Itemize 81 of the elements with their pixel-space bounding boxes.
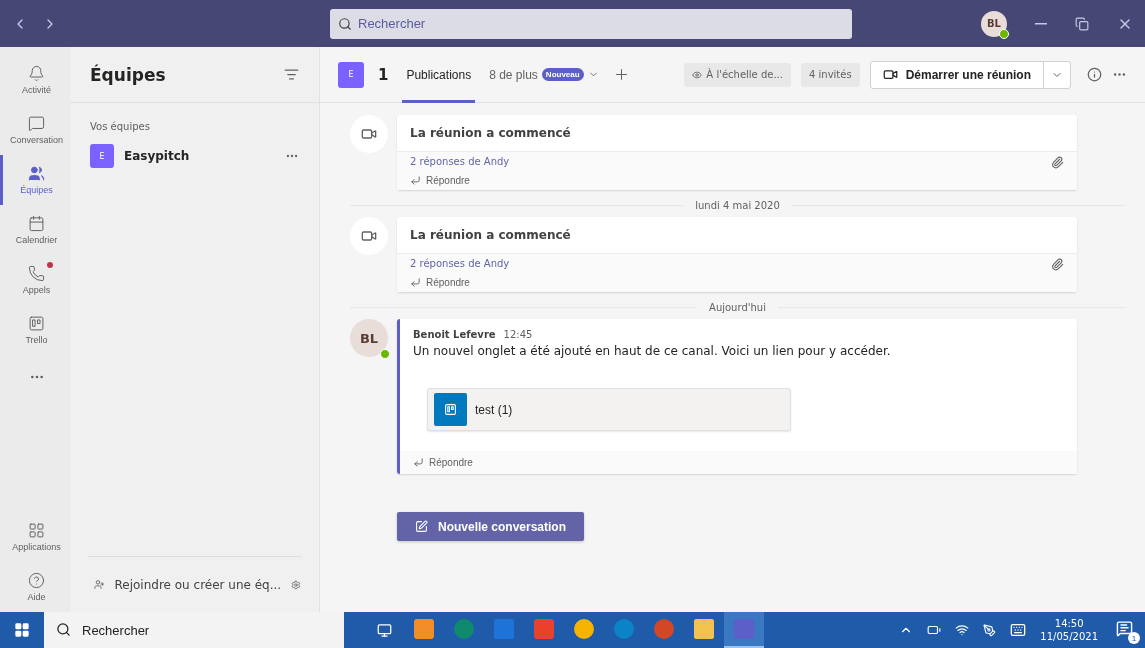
guests-chip[interactable]: 4 invités bbox=[801, 62, 860, 87]
reply-button[interactable]: Répondre bbox=[410, 277, 470, 288]
tab-link-card[interactable]: test (1) bbox=[427, 388, 791, 431]
join-team-link[interactable]: Rejoindre ou créer une éq... bbox=[114, 577, 282, 592]
eye-icon bbox=[692, 69, 703, 80]
phone-icon bbox=[28, 265, 45, 282]
search-field[interactable]: Rechercher bbox=[330, 8, 852, 39]
info-icon[interactable] bbox=[1087, 67, 1102, 82]
restore-button[interactable] bbox=[1075, 16, 1089, 31]
minimize-icon bbox=[1035, 22, 1047, 25]
video-camera-icon bbox=[350, 115, 388, 153]
rail-item[interactable]: Applications bbox=[0, 512, 70, 562]
apps-icon bbox=[28, 522, 45, 539]
calendar-icon bbox=[28, 215, 45, 232]
taskbar-search-field[interactable]: Rechercher bbox=[44, 612, 344, 648]
video-camera-icon bbox=[882, 67, 898, 82]
app-icon bbox=[614, 619, 634, 639]
message-time: 12:45 bbox=[503, 329, 533, 340]
people-icon bbox=[28, 165, 45, 182]
replies-link[interactable]: 2 réponses de Andy bbox=[410, 258, 510, 271]
date-divider: lundi 4 mai 2020 bbox=[695, 200, 780, 211]
app-icon bbox=[454, 619, 474, 639]
panel-title: Équipes bbox=[90, 64, 166, 85]
team-item[interactable]: E Easypitch bbox=[70, 140, 319, 172]
app-icon bbox=[574, 619, 594, 639]
channel-tab[interactable]: 8 de plus Nouveau bbox=[485, 46, 603, 103]
paperclip-icon bbox=[1051, 156, 1064, 169]
taskbar-app-button[interactable] bbox=[724, 612, 764, 648]
new-badge: Nouveau bbox=[541, 68, 584, 81]
rail-item[interactable]: Aide bbox=[0, 562, 70, 612]
board-icon bbox=[28, 315, 45, 332]
windows-logo-icon bbox=[14, 622, 30, 638]
reply-arrow-icon bbox=[410, 175, 421, 186]
notification-count: 1 bbox=[1128, 632, 1140, 644]
rail-item[interactable]: Activité bbox=[0, 55, 70, 105]
team-avatar: E bbox=[338, 61, 364, 88]
team-avatar: E bbox=[90, 144, 114, 168]
battery-icon[interactable] bbox=[927, 623, 942, 637]
paperclip-icon bbox=[1051, 258, 1064, 271]
rail-item[interactable]: Trello bbox=[0, 305, 70, 355]
date-divider: Aujourd'hui bbox=[709, 302, 766, 313]
taskbar-clock[interactable]: 14:50 11/05/2021 bbox=[1040, 617, 1098, 643]
chat-bubble-icon bbox=[1116, 620, 1133, 637]
restore-icon bbox=[1075, 16, 1089, 31]
help-icon bbox=[28, 572, 45, 589]
replies-link[interactable]: 2 réponses de Andy bbox=[410, 156, 510, 169]
channel-name: 1 bbox=[378, 65, 389, 84]
section-label: Vos équipes bbox=[89, 120, 151, 134]
keyboard-icon[interactable] bbox=[1010, 622, 1027, 638]
reply-button[interactable]: Répondre bbox=[410, 175, 470, 186]
app-icon bbox=[414, 619, 434, 639]
app-icon bbox=[734, 619, 754, 639]
pen-icon[interactable] bbox=[983, 623, 997, 637]
app-icon bbox=[694, 619, 714, 639]
rail-item[interactable]: Conversation bbox=[0, 105, 70, 155]
rail-item[interactable]: Appels bbox=[0, 255, 70, 305]
reply-arrow-icon bbox=[410, 277, 421, 288]
wifi-icon[interactable] bbox=[955, 623, 970, 637]
join-team-icon bbox=[94, 577, 105, 592]
channel-tab[interactable]: Publications bbox=[402, 46, 476, 103]
video-camera-icon bbox=[350, 217, 388, 255]
author-name: Benoit Lefevre bbox=[413, 329, 496, 340]
minimize-button[interactable] bbox=[1035, 22, 1047, 25]
app-icon bbox=[654, 619, 674, 639]
rail-item[interactable]: Calendrier bbox=[0, 205, 70, 255]
app-icon bbox=[534, 619, 554, 639]
board-icon bbox=[434, 393, 467, 426]
profile-avatar[interactable]: BL bbox=[981, 10, 1007, 37]
pen-square-icon bbox=[414, 520, 428, 533]
reply-arrow-icon bbox=[413, 457, 424, 468]
app-icon bbox=[494, 619, 514, 639]
monitor-icon bbox=[376, 622, 392, 638]
settings-icon[interactable] bbox=[291, 577, 301, 592]
message-text: Un nouvel onglet a été ajouté en haut de ce canal. Voici un lien pour y accéder. bbox=[413, 344, 892, 358]
chat-icon bbox=[28, 115, 45, 132]
reply-button[interactable]: Répondre bbox=[413, 457, 473, 468]
bell-icon bbox=[28, 65, 45, 82]
user-avatar: BL bbox=[350, 319, 388, 357]
filter-icon[interactable] bbox=[284, 67, 299, 82]
visibility-chip[interactable]: À l'échelle de... bbox=[684, 62, 791, 87]
new-conversation-button[interactable]: Nouvelle conversation bbox=[397, 512, 584, 541]
